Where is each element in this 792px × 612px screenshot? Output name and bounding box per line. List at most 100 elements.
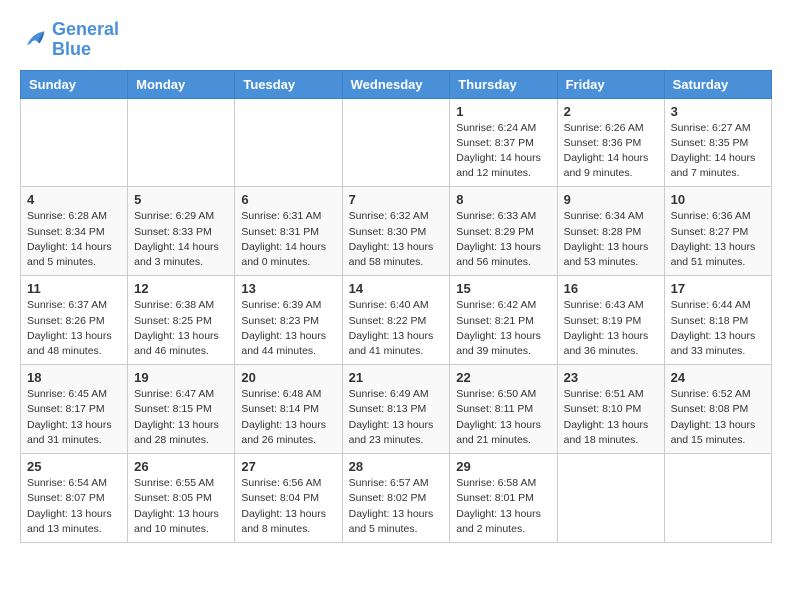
day-info: Sunrise: 6:39 AM Sunset: 8:23 PM Dayligh…: [241, 298, 335, 359]
day-info: Sunrise: 6:51 AM Sunset: 8:10 PM Dayligh…: [564, 387, 658, 448]
day-number: 18: [27, 370, 121, 385]
day-info: Sunrise: 6:27 AM Sunset: 8:35 PM Dayligh…: [671, 121, 765, 182]
day-number: 26: [134, 459, 228, 474]
calendar-cell: 1 Sunrise: 6:24 AM Sunset: 8:37 PM Daylig…: [450, 98, 557, 187]
day-number: 23: [564, 370, 658, 385]
calendar-cell: 6 Sunrise: 6:31 AM Sunset: 8:31 PM Daylig…: [235, 187, 342, 276]
calendar-cell: 24 Sunrise: 6:52 AM Sunset: 8:08 PM Dayli…: [664, 365, 771, 454]
calendar-cell: 12 Sunrise: 6:38 AM Sunset: 8:25 PM Dayli…: [128, 276, 235, 365]
day-number: 11: [27, 281, 121, 296]
day-info: Sunrise: 6:56 AM Sunset: 8:04 PM Dayligh…: [241, 476, 335, 537]
day-number: 19: [134, 370, 228, 385]
calendar-cell: 2 Sunrise: 6:26 AM Sunset: 8:36 PM Daylig…: [557, 98, 664, 187]
calendar-cell: [342, 98, 450, 187]
day-info: Sunrise: 6:33 AM Sunset: 8:29 PM Dayligh…: [456, 209, 550, 270]
day-number: 2: [564, 104, 658, 119]
column-header-sunday: Sunday: [21, 70, 128, 98]
day-info: Sunrise: 6:36 AM Sunset: 8:27 PM Dayligh…: [671, 209, 765, 270]
day-number: 6: [241, 192, 335, 207]
day-info: Sunrise: 6:58 AM Sunset: 8:01 PM Dayligh…: [456, 476, 550, 537]
day-info: Sunrise: 6:49 AM Sunset: 8:13 PM Dayligh…: [349, 387, 444, 448]
day-info: Sunrise: 6:55 AM Sunset: 8:05 PM Dayligh…: [134, 476, 228, 537]
column-header-wednesday: Wednesday: [342, 70, 450, 98]
calendar-cell: 11Sunrise: 6:37 AM Sunset: 8:26 PM Dayli…: [21, 276, 128, 365]
logo: General Blue: [20, 20, 119, 60]
page-header: General Blue: [20, 20, 772, 60]
calendar-cell: 21 Sunrise: 6:49 AM Sunset: 8:13 PM Dayli…: [342, 365, 450, 454]
calendar-cell: 5 Sunrise: 6:29 AM Sunset: 8:33 PM Daylig…: [128, 187, 235, 276]
day-number: 9: [564, 192, 658, 207]
day-info: Sunrise: 6:34 AM Sunset: 8:28 PM Dayligh…: [564, 209, 658, 270]
day-info: Sunrise: 6:50 AM Sunset: 8:11 PM Dayligh…: [456, 387, 550, 448]
day-number: 4: [27, 192, 121, 207]
day-number: 22: [456, 370, 550, 385]
calendar-cell: 20 Sunrise: 6:48 AM Sunset: 8:14 PM Dayli…: [235, 365, 342, 454]
day-info: Sunrise: 6:44 AM Sunset: 8:18 PM Dayligh…: [671, 298, 765, 359]
day-info: Sunrise: 6:47 AM Sunset: 8:15 PM Dayligh…: [134, 387, 228, 448]
calendar-cell: 26 Sunrise: 6:55 AM Sunset: 8:05 PM Dayli…: [128, 454, 235, 543]
calendar-cell: [21, 98, 128, 187]
logo-icon: [20, 26, 48, 54]
day-info: Sunrise: 6:28 AM Sunset: 8:34 PM Dayligh…: [27, 209, 121, 270]
day-number: 20: [241, 370, 335, 385]
calendar-cell: 27 Sunrise: 6:56 AM Sunset: 8:04 PM Dayli…: [235, 454, 342, 543]
calendar-cell: 9 Sunrise: 6:34 AM Sunset: 8:28 PM Daylig…: [557, 187, 664, 276]
calendar-cell: 19 Sunrise: 6:47 AM Sunset: 8:15 PM Dayli…: [128, 365, 235, 454]
day-number: 10: [671, 192, 765, 207]
day-number: 21: [349, 370, 444, 385]
day-number: 1: [456, 104, 550, 119]
day-number: 24: [671, 370, 765, 385]
column-header-thursday: Thursday: [450, 70, 557, 98]
day-info: Sunrise: 6:32 AM Sunset: 8:30 PM Dayligh…: [349, 209, 444, 270]
day-number: 27: [241, 459, 335, 474]
column-header-saturday: Saturday: [664, 70, 771, 98]
day-info: Sunrise: 6:24 AM Sunset: 8:37 PM Dayligh…: [456, 121, 550, 182]
calendar-cell: 22 Sunrise: 6:50 AM Sunset: 8:11 PM Dayli…: [450, 365, 557, 454]
calendar-cell: 23 Sunrise: 6:51 AM Sunset: 8:10 PM Dayli…: [557, 365, 664, 454]
day-number: 17: [671, 281, 765, 296]
day-info: Sunrise: 6:26 AM Sunset: 8:36 PM Dayligh…: [564, 121, 658, 182]
calendar-cell: [664, 454, 771, 543]
day-info: Sunrise: 6:43 AM Sunset: 8:19 PM Dayligh…: [564, 298, 658, 359]
calendar-week-row: 11Sunrise: 6:37 AM Sunset: 8:26 PM Dayli…: [21, 276, 772, 365]
calendar-cell: 10 Sunrise: 6:36 AM Sunset: 8:27 PM Dayli…: [664, 187, 771, 276]
calendar-table: SundayMondayTuesdayWednesdayThursdayFrid…: [20, 70, 772, 543]
calendar-cell: 25 Sunrise: 6:54 AM Sunset: 8:07 PM Dayli…: [21, 454, 128, 543]
day-info: Sunrise: 6:48 AM Sunset: 8:14 PM Dayligh…: [241, 387, 335, 448]
day-info: Sunrise: 6:31 AM Sunset: 8:31 PM Dayligh…: [241, 209, 335, 270]
calendar-week-row: 25 Sunrise: 6:54 AM Sunset: 8:07 PM Dayli…: [21, 454, 772, 543]
day-number: 12: [134, 281, 228, 296]
day-number: 8: [456, 192, 550, 207]
day-number: 5: [134, 192, 228, 207]
day-info: Sunrise: 6:38 AM Sunset: 8:25 PM Dayligh…: [134, 298, 228, 359]
calendar-cell: 17 Sunrise: 6:44 AM Sunset: 8:18 PM Dayli…: [664, 276, 771, 365]
calendar-cell: 3 Sunrise: 6:27 AM Sunset: 8:35 PM Daylig…: [664, 98, 771, 187]
calendar-cell: 29Sunrise: 6:58 AM Sunset: 8:01 PM Dayli…: [450, 454, 557, 543]
day-info: Sunrise: 6:40 AM Sunset: 8:22 PM Dayligh…: [349, 298, 444, 359]
calendar-cell: 8 Sunrise: 6:33 AM Sunset: 8:29 PM Daylig…: [450, 187, 557, 276]
calendar-cell: [128, 98, 235, 187]
day-info: Sunrise: 6:52 AM Sunset: 8:08 PM Dayligh…: [671, 387, 765, 448]
calendar-cell: 28Sunrise: 6:57 AM Sunset: 8:02 PM Dayli…: [342, 454, 450, 543]
day-info: Sunrise: 6:42 AM Sunset: 8:21 PM Dayligh…: [456, 298, 550, 359]
calendar-cell: 7Sunrise: 6:32 AM Sunset: 8:30 PM Daylig…: [342, 187, 450, 276]
calendar-cell: 14 Sunrise: 6:40 AM Sunset: 8:22 PM Dayli…: [342, 276, 450, 365]
day-number: 25: [27, 459, 121, 474]
day-info: Sunrise: 6:29 AM Sunset: 8:33 PM Dayligh…: [134, 209, 228, 270]
calendar-week-row: 18 Sunrise: 6:45 AM Sunset: 8:17 PM Dayli…: [21, 365, 772, 454]
column-header-tuesday: Tuesday: [235, 70, 342, 98]
calendar-header-row: SundayMondayTuesdayWednesdayThursdayFrid…: [21, 70, 772, 98]
day-number: 15: [456, 281, 550, 296]
day-number: 16: [564, 281, 658, 296]
calendar-cell: 13Sunrise: 6:39 AM Sunset: 8:23 PM Dayli…: [235, 276, 342, 365]
column-header-monday: Monday: [128, 70, 235, 98]
calendar-cell: [235, 98, 342, 187]
calendar-week-row: 4 Sunrise: 6:28 AM Sunset: 8:34 PM Daylig…: [21, 187, 772, 276]
calendar-cell: 4 Sunrise: 6:28 AM Sunset: 8:34 PM Daylig…: [21, 187, 128, 276]
calendar-cell: [557, 454, 664, 543]
day-number: 14: [349, 281, 444, 296]
day-info: Sunrise: 6:54 AM Sunset: 8:07 PM Dayligh…: [27, 476, 121, 537]
calendar-cell: 16 Sunrise: 6:43 AM Sunset: 8:19 PM Dayli…: [557, 276, 664, 365]
day-number: 3: [671, 104, 765, 119]
day-info: Sunrise: 6:45 AM Sunset: 8:17 PM Dayligh…: [27, 387, 121, 448]
